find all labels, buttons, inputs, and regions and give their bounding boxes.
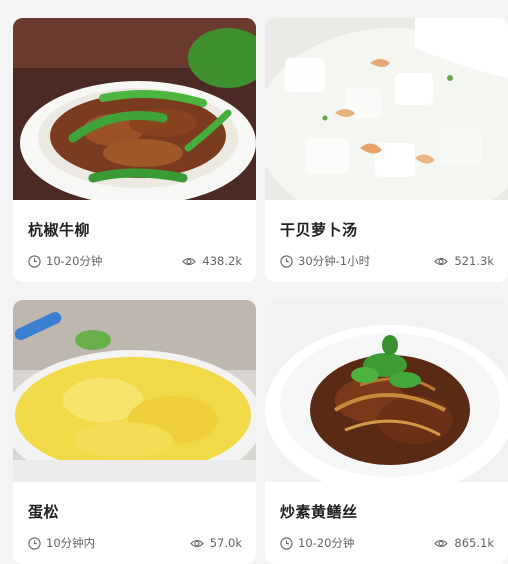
eye-icon (189, 538, 210, 549)
view-count: 438.2k (202, 254, 242, 268)
recipe-photo (13, 18, 256, 200)
recipe-photo (13, 300, 256, 482)
eye-icon (434, 256, 454, 267)
recipe-title: 杭椒牛柳 (28, 221, 91, 239)
clock-icon (280, 254, 298, 268)
cook-time: 10-20分钟 (298, 536, 355, 550)
cook-time: 10-20分钟 (46, 254, 103, 268)
cook-time: 30分钟-1小时 (298, 254, 371, 268)
view-count: 865.1k (454, 536, 494, 550)
recipe-title: 炒素黄鳝丝 (280, 503, 358, 521)
recipe-meta: 30分钟-1小时 521.3k (280, 253, 494, 269)
recipe-meta: 10分钟内 57.0k (28, 535, 242, 551)
recipe-title: 蛋松 (28, 503, 60, 521)
clock-icon (28, 536, 46, 550)
recipe-meta: 10-20分钟 438.2k (28, 253, 242, 269)
clock-icon (280, 536, 298, 550)
recipe-photo (265, 300, 508, 482)
recipe-grid: 杭椒牛柳 10-20分钟 438.2k 干贝萝卜汤 30分钟-1小时 521.3… (0, 0, 508, 564)
recipe-card[interactable]: 蛋松 10分钟内 57.0k (13, 300, 256, 564)
recipe-photo (265, 18, 508, 200)
view-count: 57.0k (209, 536, 242, 550)
eye-icon (182, 256, 202, 267)
recipe-card[interactable]: 杭椒牛柳 10-20分钟 438.2k (13, 18, 256, 282)
cook-time: 10分钟内 (46, 536, 96, 550)
clock-icon (28, 254, 46, 268)
recipe-card[interactable]: 炒素黄鳝丝 10-20分钟 865.1k (265, 300, 508, 564)
recipe-title: 干贝萝卜汤 (280, 221, 358, 239)
recipe-card[interactable]: 干贝萝卜汤 30分钟-1小时 521.3k (265, 18, 508, 282)
view-count: 521.3k (454, 254, 494, 268)
recipe-meta: 10-20分钟 865.1k (280, 535, 494, 551)
eye-icon (434, 538, 454, 549)
